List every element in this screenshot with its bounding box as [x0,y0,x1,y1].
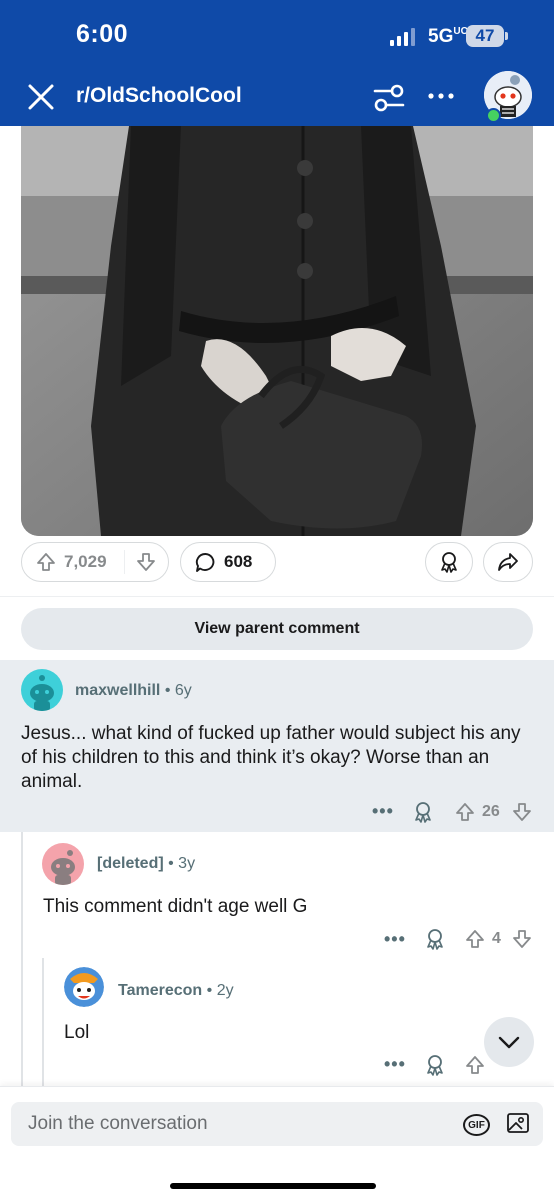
comment-avatar[interactable] [64,967,104,1007]
comment-body: Jesus... what kind of fucked up father w… [21,723,521,792]
scroll-down-button[interactable] [484,1017,534,1067]
comment-author[interactable]: Tamerecon [118,982,202,999]
more-options-icon[interactable] [426,86,456,106]
comment-count: 608 [224,552,253,571]
award-icon[interactable] [413,801,433,823]
comment-age: 3y [178,855,196,872]
comment-body: This comment didn't age well G [43,896,308,917]
downvote-icon[interactable] [512,928,532,950]
comment-meta: Tamerecon • 2y [118,982,234,999]
comment-meta: maxwellhill • 6y [75,682,192,699]
share-icon [498,553,518,571]
home-indicator[interactable] [170,1183,376,1189]
comment-more-options[interactable]: ••• [384,929,406,950]
upvote-icon[interactable] [465,1054,485,1076]
battery-indicator: 47 [466,25,504,47]
comment-age: 2y [216,982,234,999]
comment-author[interactable]: maxwellhill [75,682,160,699]
comment-more-options[interactable]: ••• [372,801,394,822]
sort-filter-icon[interactable] [372,82,406,114]
battery-tip [505,32,508,40]
gif-button[interactable]: GIF [463,1114,490,1136]
comment-bubble-icon [195,553,215,572]
comment-age: 6y [174,682,192,699]
upvote-icon[interactable] [36,552,56,572]
award-icon [441,552,457,573]
comment-score: 4 [492,930,501,947]
downvote-icon[interactable] [136,552,156,572]
post-score: 7,029 [64,552,107,571]
section-divider [0,596,554,597]
upvote-icon[interactable] [455,801,475,823]
view-parent-comment-button[interactable]: View parent comment [21,608,533,650]
comment-body: Lol [64,1022,90,1043]
comment-score: 26 [482,803,500,820]
thread-line[interactable] [42,958,44,1087]
vote-divider [124,550,125,574]
comment-input-placeholder: Join the conversation [28,1113,208,1134]
upvote-icon[interactable] [465,928,485,950]
image-upload-icon[interactable] [506,1111,530,1135]
subreddit-title[interactable]: r/OldSchoolCool [76,84,242,108]
online-status-dot [486,108,501,123]
close-icon[interactable] [26,82,56,112]
comment-meta: [deleted] • 3y [97,855,196,872]
signal-icon [390,28,415,46]
chevron-down-icon [498,1036,520,1049]
award-icon[interactable] [425,928,445,950]
downvote-icon[interactable] [512,801,532,823]
comment-author: [deleted] [97,855,164,872]
status-time: 6:00 [76,20,129,48]
award-icon[interactable] [425,1054,445,1076]
comment-more-options[interactable]: ••• [384,1054,406,1075]
network-label: 5GUC [428,26,468,47]
post-image[interactable] [21,126,533,536]
comment-avatar[interactable] [21,669,63,711]
comment-avatar [42,843,84,885]
thread-line[interactable] [21,832,23,1087]
